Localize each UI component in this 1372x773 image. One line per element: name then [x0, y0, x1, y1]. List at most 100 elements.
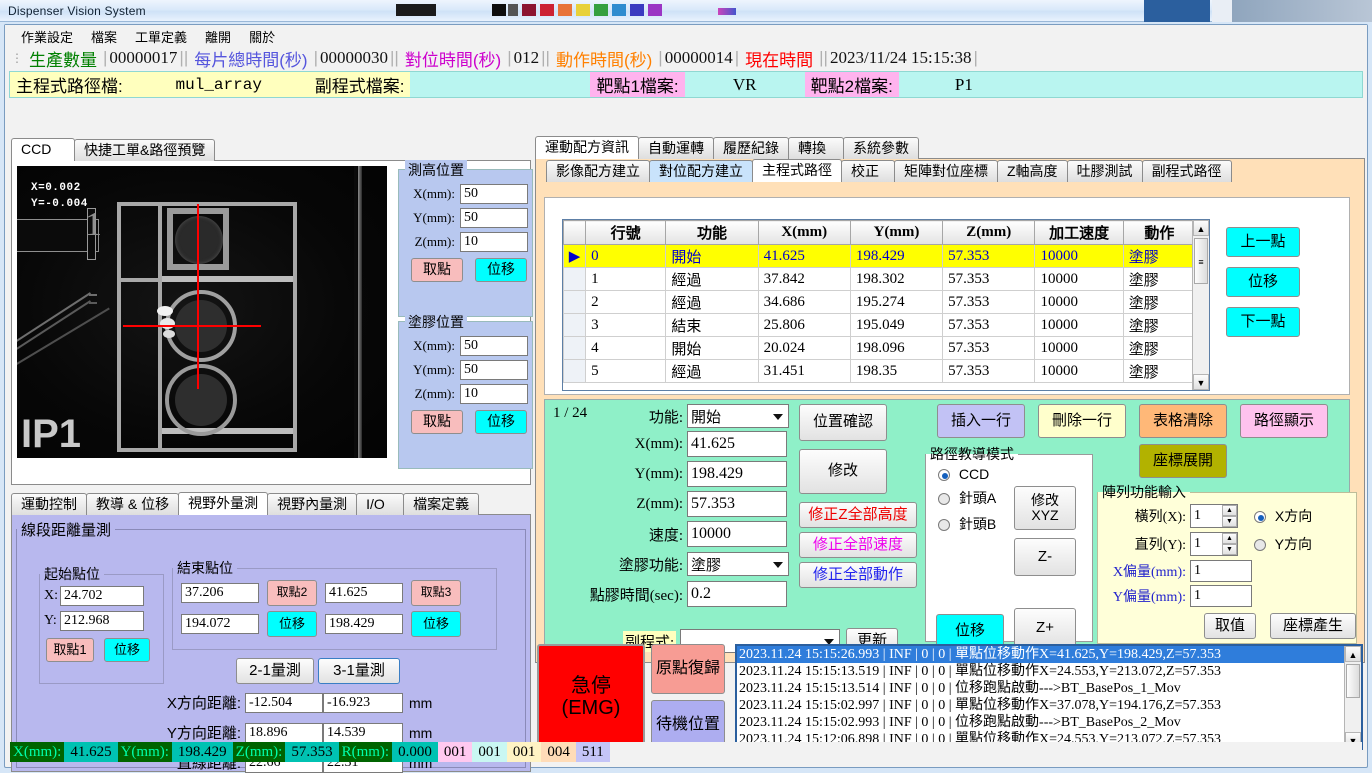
stepper-down-icon[interactable]: ▼	[1222, 544, 1237, 555]
log-line[interactable]: 2023.11.24 15:15:02.997 | INF | 0 | 0 | …	[737, 697, 1361, 714]
tab-auto-run[interactable]: 自動運轉	[638, 137, 714, 159]
table-row[interactable]: ▶ 0 開始 41.625 198.429 57.353 10000 塗膠	[563, 244, 1197, 268]
tab-quick-order-path-preview[interactable]: 快捷工單&路徑預覽	[74, 139, 216, 161]
col-header-0[interactable]: 行號	[585, 220, 667, 245]
array-xoff-input[interactable]	[1190, 560, 1252, 582]
col-header-4[interactable]: Z(mm)	[942, 220, 1036, 245]
show-path-button[interactable]: 路徑顯示	[1240, 404, 1328, 438]
tab-motion-control[interactable]: 運動控制	[11, 493, 87, 515]
scrollbar-thumb[interactable]: ≡	[1194, 238, 1208, 284]
end3-x-input[interactable]	[325, 583, 403, 603]
scroll-up-icon[interactable]: ▲	[1345, 646, 1361, 662]
log-line[interactable]: 2023.11.24 15:15:13.519 | INF | 0 | 0 | …	[737, 663, 1361, 680]
height-move-button[interactable]: 位移	[475, 258, 527, 282]
tab-outside-fov-measure[interactable]: 視野外量測	[178, 492, 269, 515]
modify-button[interactable]: 修改	[799, 449, 887, 494]
prev-point-button[interactable]: 上一點	[1226, 227, 1300, 257]
expand-coordinate-button[interactable]: 座標展開	[1139, 444, 1227, 478]
table-row[interactable]: 4 開始 20.024 198.096 57.353 10000 塗膠	[563, 336, 1197, 360]
glue-y-input[interactable]	[460, 360, 528, 380]
table-row[interactable]: 2 經過 34.686 195.274 57.353 10000 塗膠	[563, 290, 1197, 314]
direction-option-x[interactable]: X方向	[1254, 506, 1312, 526]
measure-3-1-button[interactable]: 3-1量測	[318, 658, 400, 684]
teach-move-button[interactable]: 位移	[936, 614, 1004, 648]
subtab-sub-program-path[interactable]: 副程式路徑	[1141, 160, 1232, 182]
target1-value[interactable]: VR	[685, 72, 805, 97]
y-input[interactable]	[687, 461, 787, 487]
sub-program-value[interactable]	[410, 72, 590, 97]
subtab-calibration[interactable]: 校正	[841, 160, 895, 182]
log-panel[interactable]: 2023.11.24 15:15:26.993 | INF | 0 | 0 | …	[735, 644, 1363, 750]
x-distance-v2[interactable]	[323, 692, 403, 713]
fix-all-z-button[interactable]: 修正Z全部高度	[799, 502, 917, 528]
z-minus-button[interactable]: Z-	[1014, 538, 1076, 576]
ccd-camera-image[interactable]: 1 IP1 X=0.002 Y=-0.004	[17, 166, 387, 458]
tab-io[interactable]: I/O	[356, 493, 405, 515]
modify-xyz-button[interactable]: 修改 XYZ	[1014, 486, 1076, 530]
x-distance-v1[interactable]	[245, 692, 323, 713]
stepper-up-icon[interactable]: ▲	[1222, 533, 1237, 544]
scroll-down-icon[interactable]: ▼	[1193, 374, 1209, 390]
delete-row-button[interactable]: 刪除一行	[1038, 404, 1126, 438]
menu-item-0[interactable]: 作業設定	[21, 27, 73, 45]
tab-teach-move[interactable]: 教導 & 位移	[86, 493, 180, 515]
menu-item-3[interactable]: 離開	[205, 27, 231, 45]
scroll-up-icon[interactable]: ▲	[1193, 220, 1209, 236]
table-row[interactable]: 3 結束 25.806 195.049 57.353 10000 塗膠	[563, 313, 1197, 337]
subtab-align-recipe[interactable]: 對位配方建立	[649, 160, 753, 182]
move3-button[interactable]: 位移	[411, 611, 461, 637]
tab-motion-recipe-info[interactable]: 運動配方資訊	[535, 136, 639, 159]
measure-2-1-button[interactable]: 2-1量測	[236, 658, 314, 684]
glue-function-select[interactable]: 塗膠	[687, 552, 789, 576]
log-line[interactable]: 2023.11.24 15:15:02.993 | INF | 0 | 0 | …	[737, 714, 1361, 731]
col-header-1[interactable]: 功能	[665, 220, 759, 245]
start-y-input[interactable]	[60, 611, 144, 631]
move-point-button[interactable]: 位移	[1226, 267, 1300, 297]
subtab-image-recipe[interactable]: 影像配方建立	[546, 160, 650, 182]
col-header-3[interactable]: Y(mm)	[849, 220, 944, 245]
table-row[interactable]: 1 經過 37.842 198.302 57.353 10000 塗膠	[563, 267, 1197, 291]
speed-input[interactable]	[687, 521, 787, 547]
path-table[interactable]: 行號 功能 X(mm) Y(mm) Z(mm) 加工速度 動作 ▶ 0 開始 4…	[562, 219, 1210, 391]
z-plus-button[interactable]: Z+	[1014, 608, 1076, 648]
move1-button[interactable]: 位移	[104, 638, 150, 662]
array-cols-stepper[interactable]: ▲ ▼	[1222, 533, 1237, 555]
target2-value[interactable]: P1	[899, 72, 1029, 97]
pick1-button[interactable]: 取點1	[46, 638, 94, 662]
table-row[interactable]: 5 經過 31.451 198.35 57.353 10000 塗膠	[563, 359, 1197, 383]
move2-button[interactable]: 位移	[267, 611, 317, 637]
log-scrollbar[interactable]: ▲ ▼	[1344, 646, 1361, 748]
insert-row-button[interactable]: 插入一行	[937, 404, 1025, 438]
subtab-dispense-test[interactable]: 吐膠測試	[1066, 160, 1143, 182]
stepper-up-icon[interactable]: ▲	[1222, 505, 1237, 516]
glue-pick-button[interactable]: 取點	[411, 410, 463, 434]
home-return-button[interactable]: 原點復歸	[651, 644, 725, 694]
get-value-button[interactable]: 取值	[1204, 613, 1256, 639]
menu-item-4[interactable]: 關於	[249, 27, 275, 45]
height-pick-button[interactable]: 取點	[411, 258, 463, 282]
col-header-6[interactable]: 動作	[1122, 220, 1197, 245]
menu-item-2[interactable]: 工單定義	[135, 27, 187, 45]
end2-x-input[interactable]	[181, 583, 259, 603]
height-x-input[interactable]	[460, 184, 528, 204]
height-y-input[interactable]	[460, 208, 528, 228]
end2-y-input[interactable]	[181, 614, 259, 634]
z-input[interactable]	[687, 491, 787, 517]
emergency-stop-button[interactable]: 急停 (EMG)	[537, 644, 645, 750]
height-z-input[interactable]	[460, 232, 528, 252]
main-program-value[interactable]: mul_array	[128, 72, 309, 97]
table-scrollbar[interactable]: ▲ ≡ ▼	[1192, 220, 1209, 390]
y-distance-v1[interactable]	[245, 722, 323, 743]
generate-coordinate-button[interactable]: 座標產生	[1270, 613, 1356, 639]
fix-all-action-button[interactable]: 修正全部動作	[799, 562, 917, 588]
col-header-5[interactable]: 加工速度	[1034, 220, 1124, 245]
array-yoff-input[interactable]	[1190, 585, 1252, 607]
next-point-button[interactable]: 下一點	[1226, 307, 1300, 337]
scrollbar-thumb[interactable]	[1346, 664, 1360, 698]
function-select[interactable]: 開始	[687, 404, 789, 428]
dot-time-input[interactable]	[687, 581, 787, 607]
start-x-input[interactable]	[60, 586, 144, 606]
glue-z-input[interactable]	[460, 384, 528, 404]
y-distance-v2[interactable]	[323, 722, 403, 743]
subtab-matrix-align-coord[interactable]: 矩陣對位座標	[894, 160, 998, 182]
